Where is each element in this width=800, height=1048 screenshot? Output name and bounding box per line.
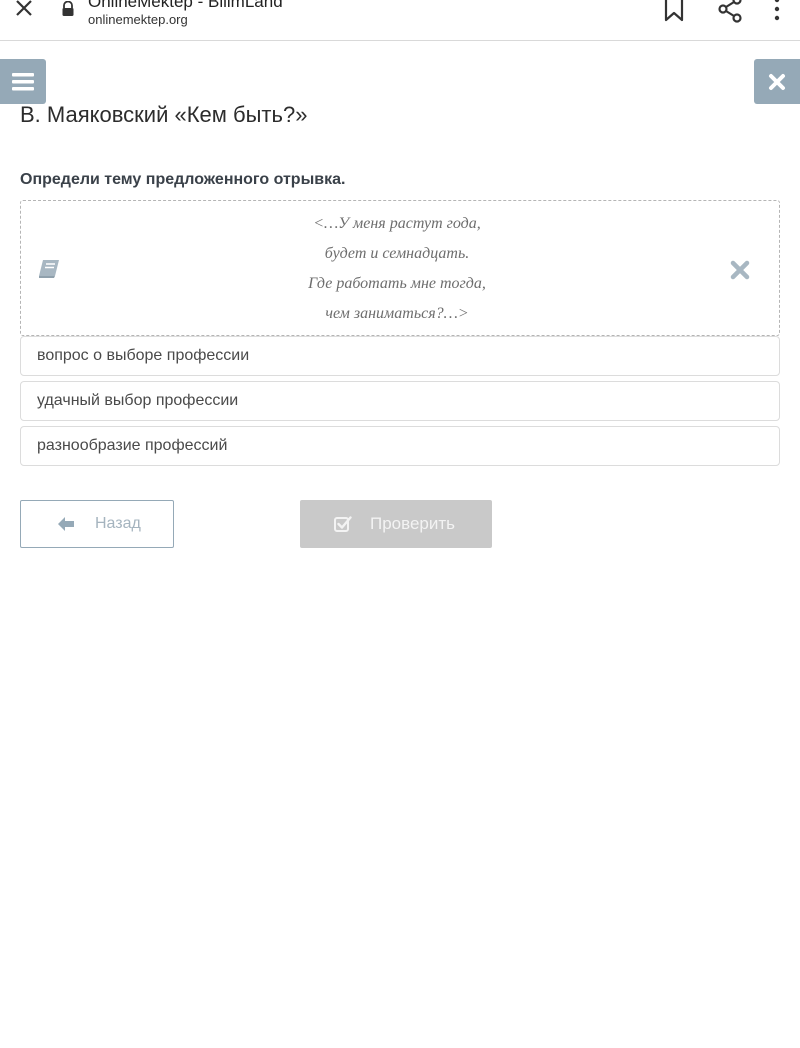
question-text: Определи тему предложенного отрывка. (20, 171, 346, 188)
bookmark-icon[interactable] (662, 0, 686, 22)
share-icon[interactable] (716, 0, 744, 24)
menu-button[interactable] (0, 59, 46, 104)
excerpt-line: Где работать мне тогда, (308, 275, 486, 292)
back-button-label: Назад (95, 515, 141, 532)
close-icon[interactable] (12, 0, 36, 20)
excerpt-line: чем заниматься?…> (325, 305, 469, 322)
check-button[interactable]: Проверить (300, 500, 492, 548)
checkbox-check-icon (334, 516, 352, 532)
excerpt-text: <…У меня растут года, будет и семнадцать… (21, 209, 773, 329)
close-icon (769, 73, 785, 90)
excerpt-line: будет и семнадцать. (324, 245, 470, 262)
more-vert-icon[interactable] (770, 0, 784, 22)
excerpt-line: <…У меня растут года, (313, 215, 481, 232)
check-button-label: Проверить (370, 514, 456, 533)
excerpt-box: <…У меня растут года, будет и семнадцать… (20, 200, 780, 336)
hamburger-icon (12, 72, 34, 90)
answer-option[interactable]: вопрос о выборе профессии (20, 336, 780, 376)
browser-url[interactable]: onlinemektep.org (88, 12, 188, 27)
remove-icon[interactable] (730, 260, 750, 280)
answer-option[interactable]: удачный выбор профессии (20, 381, 780, 421)
lock-icon (62, 1, 74, 16)
browser-toolbar: OnlineMektep - BilimLand onlinemektep.or… (0, 0, 800, 41)
arrow-left-icon (58, 517, 74, 531)
browser-title: OnlineMektep - BilimLand (88, 0, 283, 11)
answer-option[interactable]: разнообразие профессий (20, 426, 780, 466)
page-title: В. Маяковский «Кем быть?» (20, 102, 308, 127)
back-button[interactable]: Назад (20, 500, 174, 548)
close-lesson-button[interactable] (754, 59, 800, 104)
